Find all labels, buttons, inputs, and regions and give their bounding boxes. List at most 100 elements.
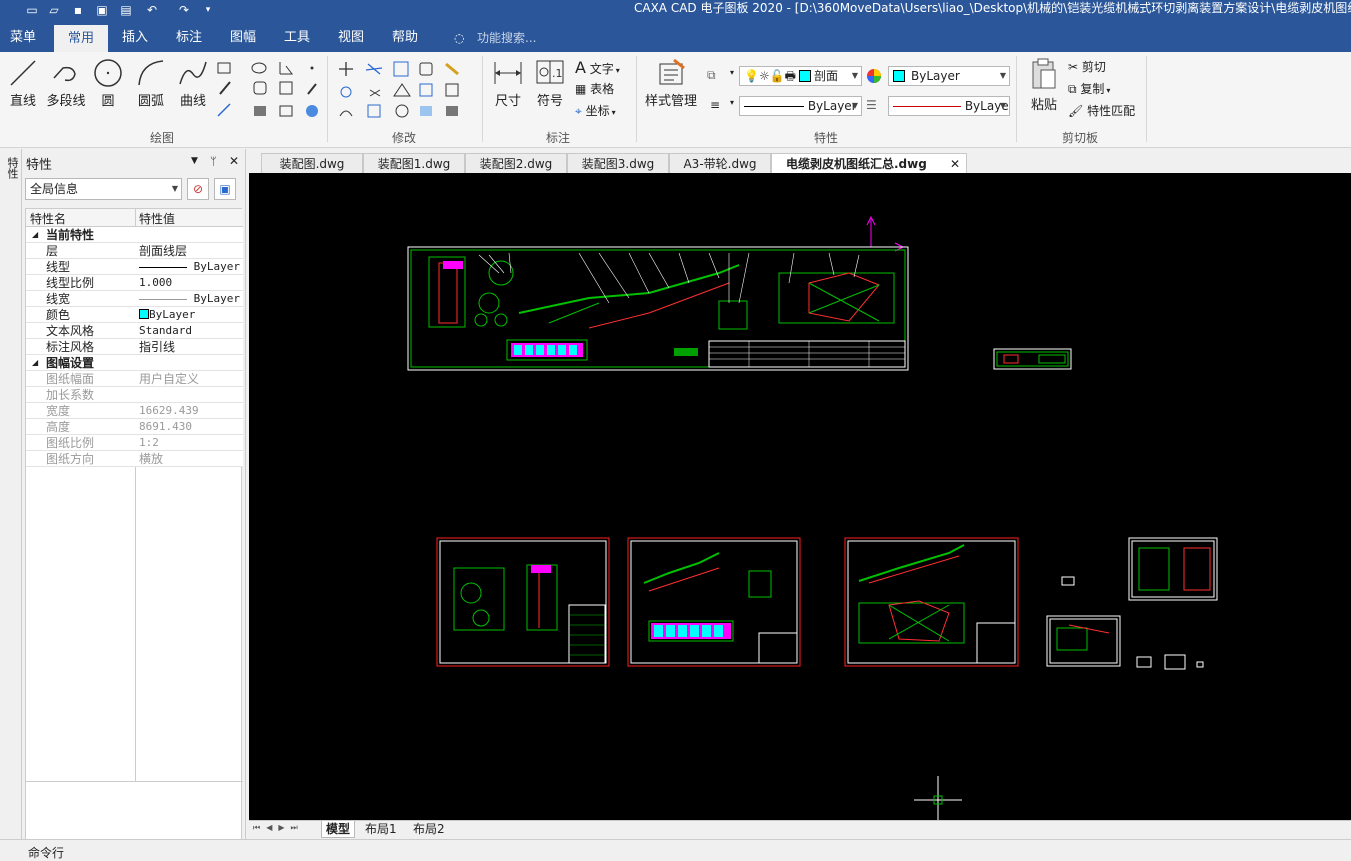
circle-tool-button[interactable]: 圆 (93, 58, 123, 109)
menu-tab-view[interactable]: 视图 (338, 22, 364, 52)
layer-dropdown[interactable]: 💡☼🔓🖶 剖面 ▼ (739, 66, 862, 86)
drawing-area[interactable] (249, 173, 1351, 820)
line-icon (10, 60, 36, 86)
arc-icon (138, 60, 164, 86)
layer-manager-icon[interactable]: ⧉ (707, 68, 723, 84)
section-sheet-settings[interactable]: ◢ 图幅设置 (26, 355, 243, 371)
menu-tab-insert[interactable]: 插入 (122, 22, 148, 52)
tiny-sheet (1136, 656, 1152, 668)
text-tool-button[interactable]: A 文字 ▾ (575, 58, 637, 80)
table-tool-button[interactable]: ▦ 表格 (575, 80, 637, 102)
property-row[interactable]: 线型 ByLayer (26, 259, 243, 275)
close-icon[interactable]: ✕ (229, 154, 239, 168)
curve-icon (179, 61, 207, 85)
print-icon[interactable]: ▤ (118, 2, 134, 18)
property-row[interactable]: 层剖面线层 (26, 243, 243, 259)
property-row[interactable]: 线型比例 1.000 (26, 275, 243, 291)
draw-small-tools-icon[interactable] (214, 60, 324, 124)
text-tools: A 文字 ▾ ▦ 表格 ⌖ 坐标 ▾ (575, 58, 637, 124)
copy-button[interactable]: ⧉ 复制 ▾ (1068, 80, 1148, 102)
property-row: 图纸幅面 用户自定义 (26, 371, 243, 387)
tiny-sheet (1196, 661, 1204, 668)
close-tab-icon[interactable]: ✕ (950, 154, 960, 174)
layout-nav-icons[interactable]: ⏮◀▶⏭ (253, 823, 304, 833)
command-line[interactable]: 命令行 (0, 839, 1351, 860)
section-current-properties[interactable]: ◢ 当前特性 (26, 227, 243, 243)
properties-group-label: 特性 (814, 131, 839, 145)
ribbon-separator (636, 56, 637, 142)
linetype-sample (139, 266, 187, 268)
copy-icon: ⧉ (1068, 82, 1077, 96)
ribbon: 直线 多段线 圆 圆弧 曲线 绘图 修改 尺寸 .1 符号 A 文字 ▾ ▦ 表… (0, 52, 1351, 148)
side-tab-properties[interactable]: 特性 (4, 157, 20, 179)
symbol-tool-button[interactable]: .1 符号 (534, 58, 566, 109)
lineweight-icon[interactable]: ≡ (710, 98, 726, 114)
quick-access-dropdown-icon[interactable]: ▾ (200, 2, 216, 18)
doc-tab[interactable]: A3-带轮.dwg (669, 153, 771, 173)
polyline-tool-button[interactable]: 多段线 (45, 58, 87, 109)
cut-button[interactable]: ✂ 剪切 (1068, 58, 1148, 80)
menu-tab-dimension[interactable]: 标注 (176, 22, 202, 52)
lineweight-dropdown[interactable]: ByLaye ▼ (888, 96, 1010, 116)
select-object-icon[interactable]: ▣ (214, 178, 236, 200)
properties-panel: 特性 特性 ▼ ᛘ ✕ 全局信息 ▼ ⊘ ▣ 特性名 特性值 ◢ 当前特性 层剖… (0, 149, 246, 840)
coordinate-tool-button[interactable]: ⌖ 坐标 ▾ (575, 102, 637, 124)
menu-tab-help[interactable]: 帮助 (392, 22, 418, 52)
feature-search[interactable]: 功能搜索... (477, 22, 536, 52)
doc-tab[interactable]: 装配图1.dwg (363, 153, 465, 173)
description-divider (26, 781, 243, 782)
pin-icon[interactable]: ᛘ (210, 155, 217, 168)
property-row[interactable]: 线宽 ByLayer (26, 291, 243, 307)
match-properties-button[interactable]: 🖌 特性匹配 (1068, 102, 1148, 124)
tiny-sheet (1164, 654, 1186, 670)
layout-tab[interactable]: 布局2 (413, 821, 445, 838)
color-dropdown[interactable]: ByLayer ▼ (888, 66, 1010, 86)
property-row[interactable]: 标注风格 指引线 (26, 339, 243, 355)
arc-tool-button[interactable]: 圆弧 (135, 58, 167, 109)
dimension-tool-button[interactable]: 尺寸 (492, 58, 524, 109)
chevron-down-icon: ▼ (999, 71, 1006, 80)
circle-icon (94, 59, 122, 87)
undo-icon[interactable]: ↶ (144, 2, 160, 18)
doc-tab[interactable]: 装配图2.dwg (465, 153, 567, 173)
selection-filter-dropdown[interactable]: 全局信息 ▼ (25, 178, 182, 200)
menu-tab-sheet[interactable]: 图幅 (230, 22, 256, 52)
doc-tab-active[interactable]: 电缆剥皮机图纸汇总.dwg ✕ (771, 153, 967, 173)
property-row[interactable]: 颜色 ByLayer (26, 307, 243, 323)
doc-tab[interactable]: 装配图3.dwg (567, 153, 669, 173)
menu-tab-common[interactable]: 常用 (54, 25, 108, 52)
color-wheel-icon[interactable] (866, 68, 882, 84)
chevron-down-icon: ▼ (851, 101, 858, 110)
style-manager-button[interactable]: 样式管理 (643, 58, 699, 109)
panel-menu-icon[interactable]: ▼ (191, 156, 198, 166)
style-manager-icon (659, 58, 685, 85)
sheet-4 (1128, 537, 1218, 601)
modify-tools-icon[interactable] (336, 60, 476, 124)
crosshair-cursor-icon (914, 776, 962, 820)
open-file-icon[interactable]: ▱ (46, 2, 62, 18)
side-tab-strip: 特性 (0, 149, 22, 839)
quick-select-icon[interactable]: ⊘ (187, 178, 209, 200)
color-swatch (893, 70, 905, 82)
save-as-icon[interactable]: ▣ (94, 2, 110, 18)
property-grid: 特性名 特性值 ◢ 当前特性 层剖面线层 线型 ByLayer 线型比例 1.00… (25, 208, 243, 840)
drawing-canvas[interactable] (249, 173, 1351, 820)
layout-tab[interactable]: 布局1 (365, 821, 397, 838)
linetype-dropdown[interactable]: ByLayer ▼ (739, 96, 862, 116)
paste-button[interactable]: 粘贴 (1026, 58, 1062, 113)
curve-tool-button[interactable]: 曲线 (177, 58, 209, 109)
doc-tab[interactable]: 装配图.dwg (261, 153, 363, 173)
new-file-icon[interactable]: ▭ (24, 2, 40, 18)
linestyle-icon[interactable]: ☰ (866, 98, 882, 114)
chevron-down-icon: ▼ (171, 184, 178, 193)
property-row[interactable]: 文本风格 Standard (26, 323, 243, 339)
save-icon[interactable]: ▪ (70, 2, 86, 18)
polyline-icon (53, 66, 76, 82)
layout-tabs: ⏮◀▶⏭ 模型 布局1 布局2 (249, 820, 1351, 838)
menu-main[interactable]: 菜单 (10, 22, 40, 52)
menu-tab-tools[interactable]: 工具 (284, 22, 310, 52)
line-tool-button[interactable]: 直线 (8, 58, 38, 109)
redo-icon[interactable]: ↷ (176, 2, 192, 18)
layout-tab-model[interactable]: 模型 (321, 821, 356, 838)
main-assembly-sheet (407, 246, 909, 371)
